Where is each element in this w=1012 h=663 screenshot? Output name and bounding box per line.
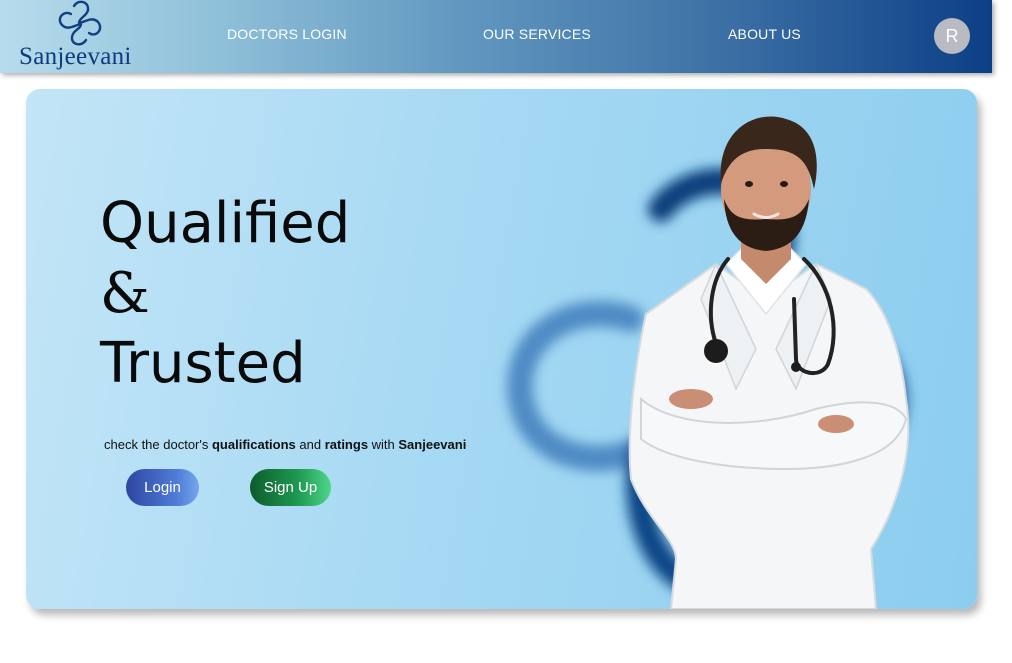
brand-logo[interactable]: Sanjeevani: [14, 0, 139, 73]
headline-ampersand: &: [100, 261, 150, 326]
headline-trusted: Trusted: [100, 331, 306, 396]
nav-doctors-login[interactable]: DOCTORS LOGIN: [227, 26, 347, 42]
nav-our-services[interactable]: OUR SERVICES: [483, 26, 591, 42]
hero-banner: Qualified & Trusted check the doctor's q…: [26, 89, 977, 609]
top-navbar: Sanjeevani DOCTORS LOGIN OUR SERVICES AB…: [0, 0, 992, 73]
tagline-text: with: [368, 437, 399, 452]
hero-tagline: check the doctor's qualifications and ra…: [104, 437, 466, 452]
doctor-illustration: [628, 116, 910, 609]
tagline-text: and: [295, 437, 325, 452]
headline-qualified: Qualified: [100, 191, 351, 256]
login-button[interactable]: Login: [126, 469, 199, 506]
tagline-ratings: ratings: [324, 437, 369, 452]
hero-headline: Qualified & Trusted: [100, 189, 350, 399]
tagline-qualifications: qualifications: [211, 437, 296, 452]
tagline-text: check the doctor's: [104, 437, 212, 452]
tagline-brand: Sanjeevani: [398, 437, 467, 452]
user-avatar[interactable]: R: [934, 18, 970, 54]
signup-button[interactable]: Sign Up: [250, 469, 331, 506]
nav-about-us[interactable]: ABOUT US: [728, 26, 801, 42]
brand-name: Sanjeevani: [19, 43, 132, 70]
sanjeevani-logo-icon: [58, 0, 102, 46]
